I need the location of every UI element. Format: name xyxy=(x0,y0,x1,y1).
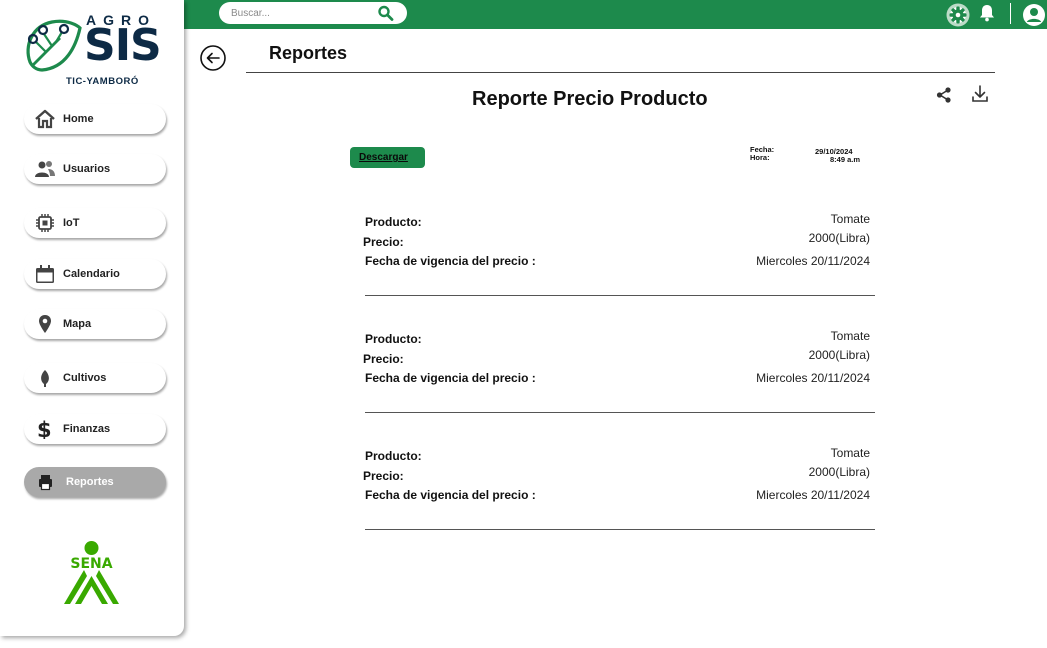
vigencia-value: Miercoles 20/11/2024 xyxy=(756,254,870,268)
search-box[interactable] xyxy=(219,2,407,24)
download-icon[interactable] xyxy=(970,84,990,104)
producto-label: Producto: xyxy=(365,332,422,346)
producto-value: Tomate xyxy=(830,212,870,226)
sidebar-item-usuarios[interactable]: Usuarios xyxy=(24,154,166,184)
producto-label: Producto: xyxy=(365,215,422,229)
precio-value: 2000(Libra) xyxy=(808,348,870,362)
sidebar-item-reportes[interactable]: Reportes xyxy=(24,467,166,497)
dollar-icon: $ xyxy=(37,419,52,439)
user-profile-icon[interactable] xyxy=(1022,3,1047,27)
sidebar-item-label: IoT xyxy=(63,217,80,229)
sidebar-item-cultivos[interactable]: Cultivos xyxy=(24,363,166,393)
vigencia-label: Fecha de vigencia del precio : xyxy=(365,254,536,268)
sidebar-item-label: Finanzas xyxy=(63,423,111,435)
printer-icon xyxy=(39,475,52,491)
record-divider xyxy=(365,295,875,296)
vigencia-value: Miercoles 20/11/2024 xyxy=(756,488,870,502)
chip-icon xyxy=(36,214,54,232)
header-divider xyxy=(246,72,995,73)
precio-label: Precio: xyxy=(363,235,404,249)
sidebar-item-finanzas[interactable]: $ Finanzas xyxy=(24,414,166,444)
back-arrow-icon[interactable] xyxy=(199,44,227,72)
settings-icon[interactable] xyxy=(946,3,970,27)
record-divider xyxy=(365,529,875,530)
search-icon[interactable] xyxy=(377,5,395,21)
top-bar-divider xyxy=(1010,3,1011,24)
sidebar-item-label: Home xyxy=(63,113,94,125)
record-divider xyxy=(365,412,875,413)
logo-text-subtitle: TIC-YAMBORÓ xyxy=(66,76,139,87)
hora-label: Hora: xyxy=(750,153,770,162)
map-pin-icon xyxy=(39,315,51,333)
sidebar-item-label: Mapa xyxy=(63,318,92,330)
precio-value: 2000(Libra) xyxy=(808,465,870,479)
sidebar-item-label: Calendario xyxy=(63,268,120,280)
sidebar-item-calendario[interactable]: Calendario xyxy=(24,259,166,289)
vigencia-label: Fecha de vigencia del precio : xyxy=(365,488,536,502)
precio-label: Precio: xyxy=(363,352,404,366)
sidebar-item-home[interactable]: Home xyxy=(24,104,166,134)
report-title: Reporte Precio Producto xyxy=(472,88,708,110)
download-button[interactable]: Descargar xyxy=(350,147,425,168)
users-icon xyxy=(35,161,55,177)
sidebar-item-mapa[interactable]: Mapa xyxy=(24,309,166,339)
notification-bell-icon[interactable] xyxy=(978,3,996,23)
svg-text:$: $ xyxy=(37,419,52,439)
sena-logo: SENA xyxy=(64,541,119,604)
vigencia-value: Miercoles 20/11/2024 xyxy=(756,371,870,385)
precio-value: 2000(Libra) xyxy=(808,231,870,245)
vigencia-label: Fecha de vigencia del precio : xyxy=(365,371,536,385)
logo-text-sis: SIS xyxy=(84,20,162,71)
calendar-icon xyxy=(36,265,54,283)
sidebar-item-label: Reportes xyxy=(66,476,114,488)
home-icon xyxy=(35,109,55,129)
sidebar-item-label: Usuarios xyxy=(63,163,111,175)
sena-logo-text: SENA xyxy=(70,556,112,572)
agrosis-logo[interactable]: AGRO SIS TIC-YAMBORÓ xyxy=(22,12,162,92)
producto-value: Tomate xyxy=(830,446,870,460)
sidebar: AGRO SIS TIC-YAMBORÓ Home Usuarios IoT C… xyxy=(0,0,184,636)
sidebar-item-iot[interactable]: IoT xyxy=(24,208,166,238)
download-button-label: Descargar xyxy=(359,152,408,163)
app-root: AGRO SIS TIC-YAMBORÓ Home Usuarios xyxy=(0,0,1047,648)
leaf-circuit-logo-icon xyxy=(26,19,82,72)
producto-label: Producto: xyxy=(365,449,422,463)
search-input[interactable] xyxy=(231,5,371,21)
share-icon[interactable] xyxy=(935,86,953,104)
hora-value: 8:49 a.m xyxy=(830,155,861,164)
page-title: Reportes xyxy=(269,43,348,63)
precio-label: Precio: xyxy=(363,469,404,483)
sidebar-item-label: Cultivos xyxy=(63,372,107,384)
leaf-icon xyxy=(41,370,49,387)
producto-value: Tomate xyxy=(830,329,870,343)
